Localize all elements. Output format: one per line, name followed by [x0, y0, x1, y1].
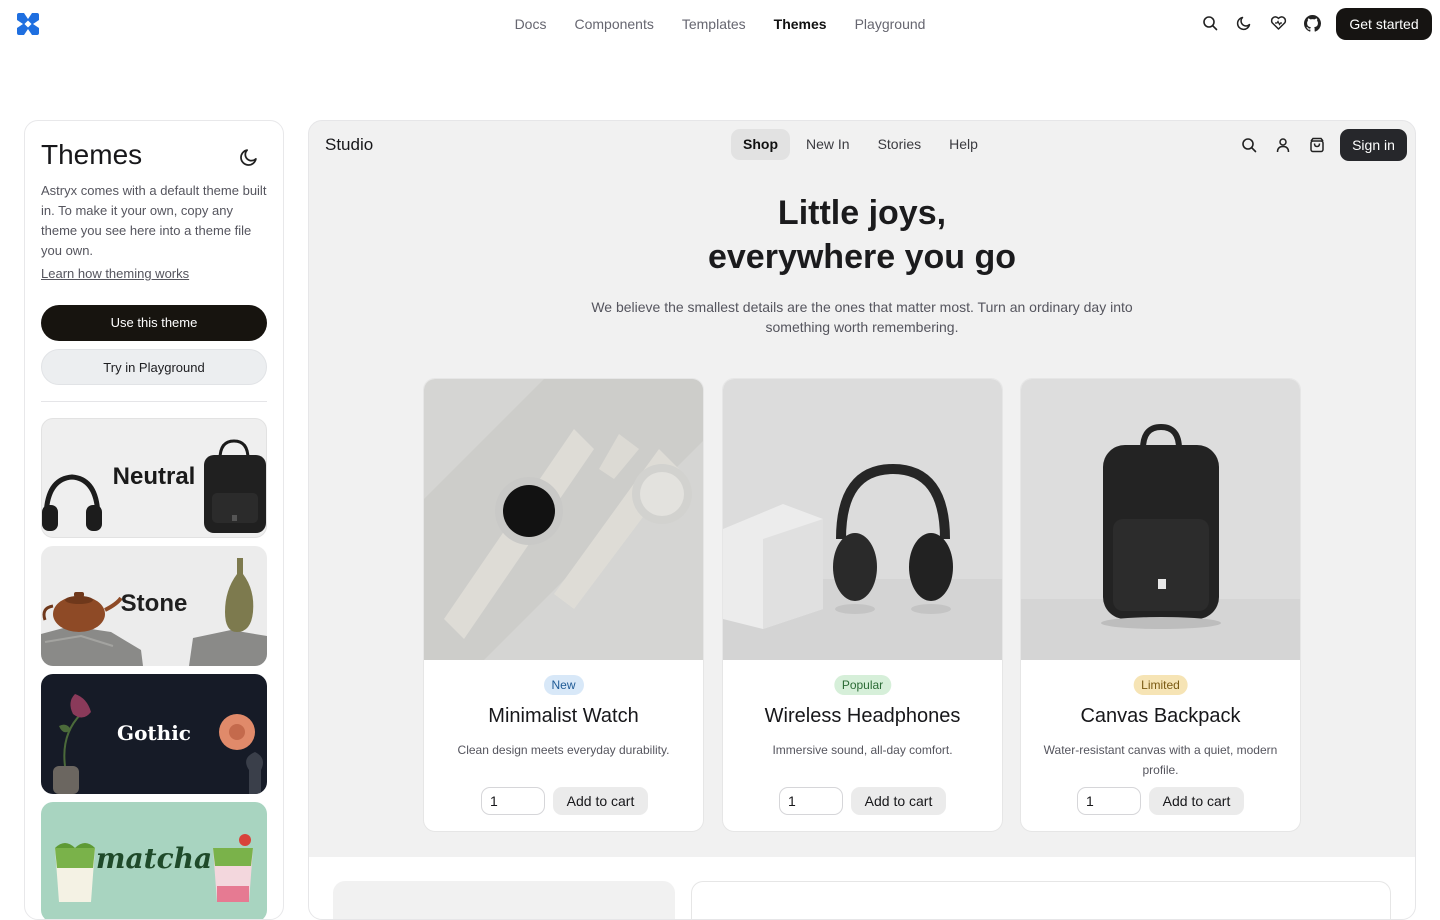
- search-icon[interactable]: [1239, 135, 1259, 155]
- product-description: Immersive sound, all-day comfort.: [772, 743, 953, 757]
- product-name: Minimalist Watch: [488, 705, 639, 727]
- preview-nav: Shop New In Stories Help: [731, 129, 990, 160]
- get-started-button[interactable]: Get started: [1336, 8, 1432, 40]
- nav-themes[interactable]: Themes: [774, 14, 827, 34]
- theme-name: Neutral: [112, 463, 196, 490]
- divider: [41, 401, 267, 402]
- hero-line-2: everywhere you go: [707, 238, 1016, 276]
- headphones-image: [723, 379, 1002, 660]
- top-bar: Docs Components Templates Themes Playgro…: [0, 0, 1440, 48]
- add-to-cart-button[interactable]: Add to cart: [553, 787, 648, 815]
- preview-lower-section: [309, 857, 1415, 919]
- theme-card-stone[interactable]: Stone: [41, 546, 267, 666]
- add-to-cart-button[interactable]: Add to cart: [1149, 787, 1244, 815]
- user-icon[interactable]: [1273, 135, 1293, 155]
- nav-components[interactable]: Components: [574, 14, 653, 34]
- moon-icon[interactable]: [1234, 13, 1254, 33]
- panel-description: Astryx comes with a default theme built …: [41, 183, 267, 258]
- quantity-input[interactable]: 1: [481, 787, 545, 815]
- preview-nav-help[interactable]: Help: [937, 129, 990, 160]
- heart-icon[interactable]: [1268, 13, 1288, 33]
- try-playground-button[interactable]: Try in Playground: [41, 349, 267, 385]
- use-theme-button[interactable]: Use this theme: [41, 305, 267, 341]
- sign-in-button[interactable]: Sign in: [1340, 129, 1407, 161]
- brand-name[interactable]: Studio: [325, 135, 373, 155]
- quantity-input[interactable]: 1: [779, 787, 843, 815]
- nav-playground[interactable]: Playground: [855, 14, 926, 34]
- product-name: Wireless Headphones: [764, 705, 961, 727]
- theme-name: matcha: [95, 842, 213, 875]
- top-icons: [1200, 13, 1322, 33]
- theme-preview: Studio Shop New In Stories Help Sign in …: [308, 120, 1416, 920]
- themes-panel: Themes Astryx comes with a default theme…: [24, 120, 284, 920]
- lower-card-right: [691, 881, 1391, 919]
- lower-card-left: [333, 881, 675, 919]
- cart-icon[interactable]: [1307, 135, 1327, 155]
- hero-title: Little joys, everywhere you go: [309, 191, 1415, 279]
- nav-docs[interactable]: Docs: [515, 14, 547, 34]
- theme-name: Gothic: [117, 721, 191, 745]
- hero-line-1: Little joys,: [777, 194, 947, 232]
- status-badge: Limited: [1133, 675, 1188, 695]
- status-badge: New: [543, 675, 584, 695]
- theme-card-gothic[interactable]: Gothic: [41, 674, 267, 794]
- theme-card-neutral[interactable]: Neutral: [41, 418, 267, 538]
- product-card: Limited Canvas Backpack Water-resistant …: [1020, 378, 1301, 832]
- theme-card-matcha[interactable]: matcha: [41, 802, 267, 919]
- search-icon[interactable]: [1200, 13, 1220, 33]
- github-icon[interactable]: [1302, 13, 1322, 33]
- product-description: Clean design meets everyday durability.: [457, 743, 670, 757]
- quantity-input[interactable]: 1: [1077, 787, 1141, 815]
- product-name: Canvas Backpack: [1080, 705, 1241, 727]
- preview-nav-stories[interactable]: Stories: [866, 129, 934, 160]
- hero-subtitle: We believe the smallest details are the …: [591, 299, 1133, 335]
- preview-nav-shop[interactable]: Shop: [731, 129, 790, 160]
- panel-title: Themes: [41, 139, 143, 170]
- preview-nav-new-in[interactable]: New In: [794, 129, 862, 160]
- watch-image: [424, 379, 703, 660]
- moon-icon[interactable]: [239, 147, 259, 167]
- product-description: Water-resistant canvas with a quiet, mod…: [1043, 743, 1278, 777]
- add-to-cart-button[interactable]: Add to cart: [851, 787, 946, 815]
- theme-name: Stone: [120, 590, 188, 617]
- backpack-image: [1021, 379, 1300, 660]
- nav-templates[interactable]: Templates: [682, 14, 746, 34]
- preview-icons: [1239, 135, 1327, 155]
- status-badge: Popular: [833, 675, 892, 695]
- theming-link[interactable]: Learn how theming works: [41, 266, 189, 281]
- product-card: New Minimalist Watch Clean design meets …: [423, 378, 704, 832]
- product-card: Popular Wireless Headphones Immersive so…: [722, 378, 1003, 832]
